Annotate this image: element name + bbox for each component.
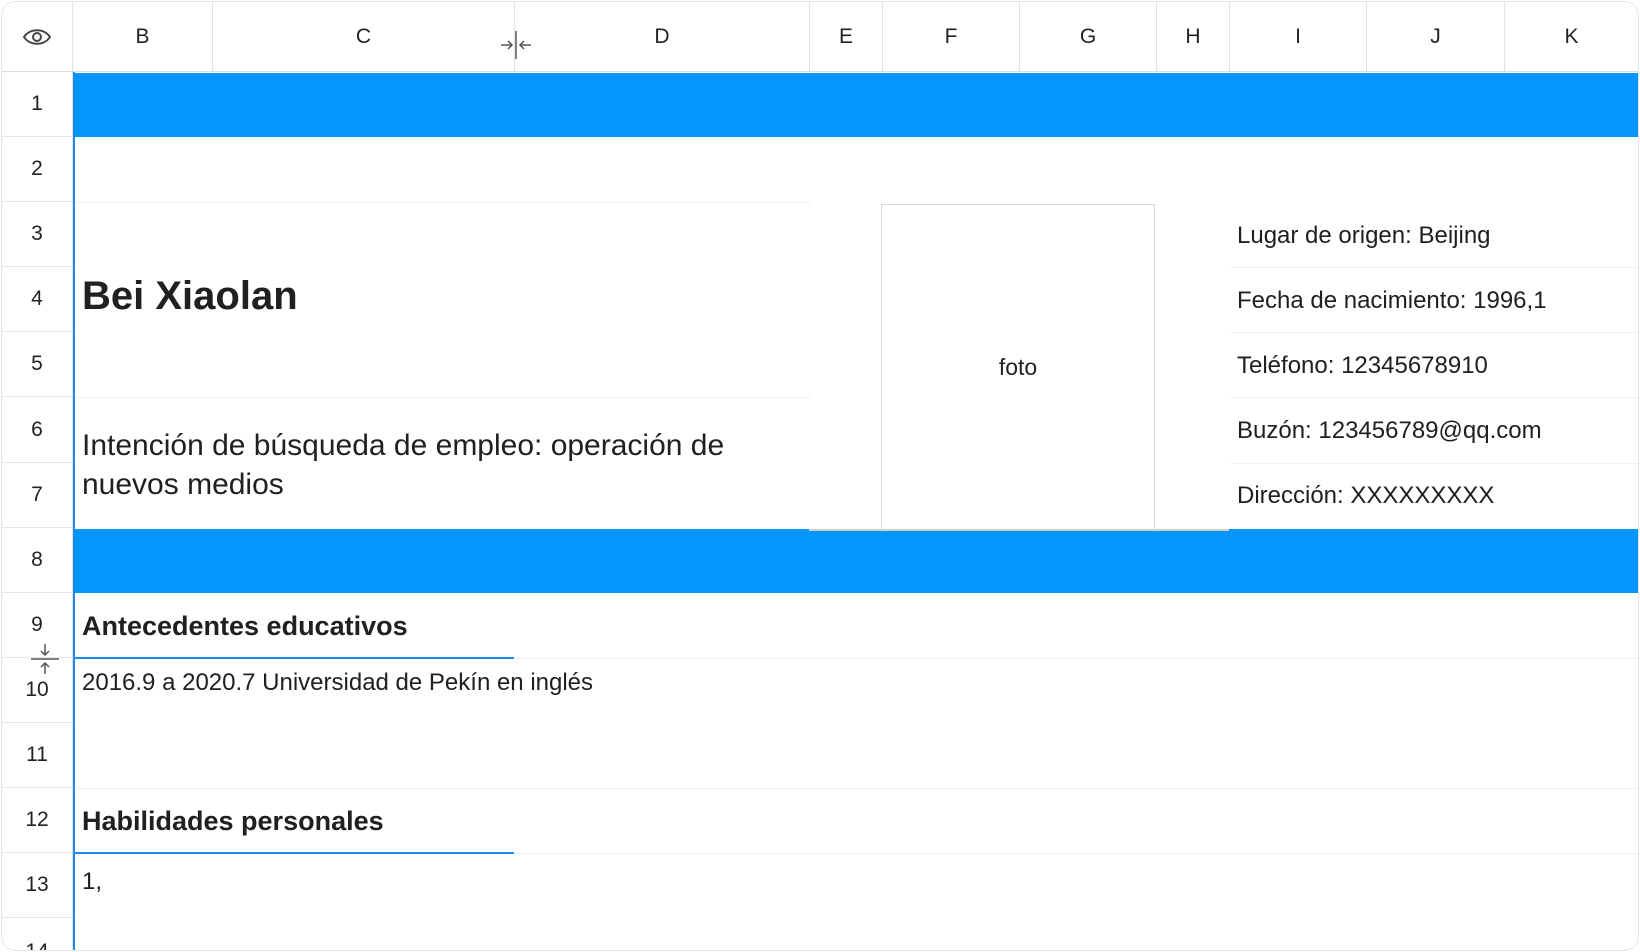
row-header-8[interactable]: 8 <box>2 528 73 593</box>
info-birth-date[interactable]: Fecha de nacimiento: 1996,1 <box>1237 287 1547 315</box>
header-band-row-8 <box>74 529 1638 593</box>
column-header-k[interactable]: K <box>1505 2 1638 72</box>
skills-entry[interactable]: 1, <box>82 868 102 896</box>
candidate-name[interactable]: Bei Xiaolan <box>82 274 298 319</box>
row-header-11[interactable]: 11 <box>2 723 73 788</box>
education-title-underline <box>74 657 514 659</box>
row-header-5[interactable]: 5 <box>2 332 73 397</box>
gridline <box>515 658 1638 659</box>
column-header-e[interactable]: E <box>810 2 883 72</box>
gridline <box>1230 463 1638 464</box>
row-header-14[interactable]: 14 <box>2 918 73 950</box>
selection-edge <box>73 72 75 950</box>
column-resize-icon[interactable] <box>500 30 532 60</box>
info-mailbox[interactable]: Buzón: 123456789@qq.com <box>1237 417 1542 445</box>
photo-label: foto <box>998 353 1038 380</box>
column-header-i[interactable]: I <box>1230 2 1367 72</box>
visibility-toggle[interactable] <box>2 2 73 72</box>
gridline <box>75 788 1638 789</box>
eye-icon <box>22 28 52 45</box>
job-intent[interactable]: Intención de búsqueda de empleo: operaci… <box>82 426 782 504</box>
photo-bottom-border <box>809 529 1229 531</box>
gridline <box>75 202 811 203</box>
column-header-b[interactable]: B <box>73 2 213 72</box>
info-address[interactable]: Dirección: XXXXXXXXX <box>1237 482 1494 510</box>
row-header-1[interactable]: 1 <box>2 72 73 137</box>
info-origin[interactable]: Lugar de origen: Beijing <box>1237 222 1491 250</box>
row-header-12[interactable]: 12 <box>2 788 73 853</box>
header-band-row-1 <box>74 73 1638 137</box>
row-header-2[interactable]: 2 <box>2 137 73 202</box>
column-header-j[interactable]: J <box>1367 2 1505 72</box>
column-header-g[interactable]: G <box>1020 2 1157 72</box>
info-phone[interactable]: Teléfono: 12345678910 <box>1237 352 1488 380</box>
gridline <box>515 853 1638 854</box>
row-header-4[interactable]: 4 <box>2 267 73 332</box>
education-entry[interactable]: 2016.9 a 2020.7 Universidad de Pekín en … <box>82 669 593 697</box>
gridline <box>75 397 811 398</box>
column-header-d[interactable]: D <box>515 2 810 72</box>
skills-title-underline <box>74 852 514 854</box>
spreadsheet: B C D E F G H I J K 1 2 3 4 5 6 7 8 9 10… <box>2 2 1638 950</box>
row-resize-icon[interactable] <box>30 643 60 675</box>
education-title[interactable]: Antecedentes educativos <box>82 611 408 642</box>
skills-title[interactable]: Habilidades personales <box>82 806 384 837</box>
gridline <box>1230 397 1638 398</box>
row-header-6[interactable]: 6 <box>2 397 73 463</box>
row-header-3[interactable]: 3 <box>2 202 73 267</box>
row-header-7[interactable]: 7 <box>2 463 73 528</box>
photo-placeholder[interactable]: foto <box>881 204 1155 530</box>
gridline <box>1230 332 1638 333</box>
row-header-13[interactable]: 13 <box>2 853 73 918</box>
column-header-h[interactable]: H <box>1157 2 1230 72</box>
column-header-c[interactable]: C <box>213 2 515 72</box>
column-header-f[interactable]: F <box>883 2 1020 72</box>
gridline <box>1230 267 1638 268</box>
